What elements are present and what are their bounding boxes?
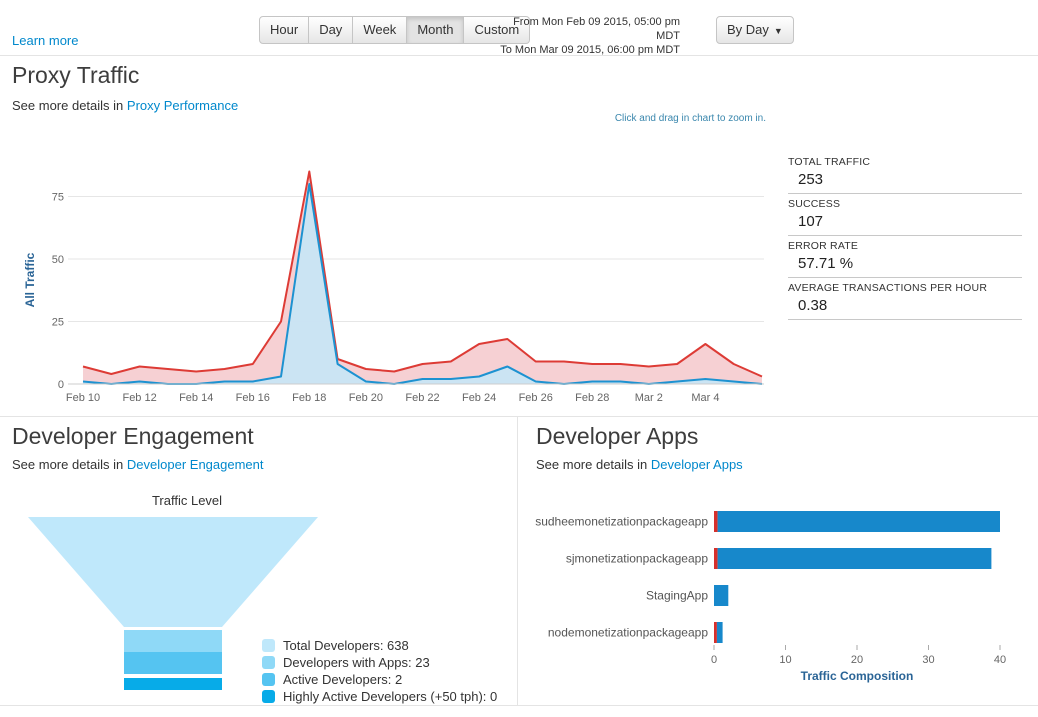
range-button-hour[interactable]: Hour <box>259 16 309 44</box>
stat-label: AVERAGE TRANSACTIONS PER HOUR <box>788 282 1022 294</box>
legend-label: Highly Active Developers (+50 tph): 0 <box>283 689 497 704</box>
stats-panel: TOTAL TRAFFIC 253 SUCCESS 107 ERROR RATE 57.7… <box>788 152 1022 320</box>
date-from: From Mon Feb 09 2015, 05:00 pm MDT <box>494 15 680 43</box>
svg-text:Mar 4: Mar 4 <box>691 392 719 404</box>
developer-apps-link[interactable]: Developer Apps <box>651 457 743 472</box>
svg-text:Feb 16: Feb 16 <box>236 392 270 404</box>
svg-text:Feb 22: Feb 22 <box>405 392 439 404</box>
bottom-panels: Developer Engagement See more details in… <box>0 417 1038 706</box>
developer-apps-section: Developer Apps See more details in Devel… <box>518 417 1038 706</box>
svg-text:sudheemonetizationpackageapp: sudheemonetizationpackageapp <box>535 515 708 529</box>
svg-text:75: 75 <box>52 192 64 204</box>
zoom-hint: Click and drag in chart to zoom in. <box>615 113 766 124</box>
svg-text:0: 0 <box>711 654 717 666</box>
legend-swatch <box>262 673 275 686</box>
developer-apps-subtitle: See more details in Developer Apps <box>536 457 743 472</box>
developer-apps-title: Developer Apps <box>536 423 698 450</box>
legend-swatch <box>262 690 275 703</box>
svg-text:Feb 20: Feb 20 <box>349 392 383 404</box>
stat-row: AVERAGE TRANSACTIONS PER HOUR 0.38 <box>788 278 1022 320</box>
stat-label: TOTAL TRAFFIC <box>788 156 1022 168</box>
svg-text:50: 50 <box>52 254 64 266</box>
legend-item: Active Developers: 2 <box>262 672 497 687</box>
svg-text:StagingApp: StagingApp <box>646 589 708 603</box>
svg-text:nodemonetizationpackageapp: nodemonetizationpackageapp <box>548 626 708 640</box>
details-prefix: See more details in <box>12 457 123 472</box>
funnel-legend: Total Developers: 638 Developers with App… <box>262 638 497 706</box>
svg-text:25: 25 <box>52 317 64 329</box>
proxy-performance-link[interactable]: Proxy Performance <box>127 98 238 113</box>
svg-text:Feb 12: Feb 12 <box>122 392 156 404</box>
stat-value: 107 <box>788 213 1022 230</box>
legend-label: Active Developers: 2 <box>283 672 402 687</box>
legend-label: Total Developers: 638 <box>283 638 409 653</box>
learn-more-link[interactable]: Learn more <box>12 33 78 48</box>
svg-text:All Traffic: All Traffic <box>23 252 37 307</box>
legend-item: Highly Active Developers (+50 tph): 0 <box>262 689 497 704</box>
developer-engagement-link[interactable]: Developer Engagement <box>127 457 264 472</box>
range-button-group: HourDayWeekMonthCustom <box>259 16 530 44</box>
svg-text:Feb 24: Feb 24 <box>462 392 496 404</box>
svg-text:10: 10 <box>779 654 791 666</box>
developer-engagement-section: Developer Engagement See more details in… <box>0 417 518 706</box>
svg-text:sjmonetizationpackageapp: sjmonetizationpackageapp <box>566 552 708 566</box>
svg-text:30: 30 <box>922 654 934 666</box>
stat-value: 0.38 <box>788 297 1022 314</box>
stat-row: ERROR RATE 57.71 % <box>788 236 1022 278</box>
topbar: Learn more HourDayWeekMonthCustom From M… <box>0 0 1038 56</box>
funnel-title: Traffic Level <box>22 493 352 508</box>
developer-apps-chart: 0 10 20 30 40 sudheemonetizationpackageapp sjm… <box>530 495 1026 690</box>
date-to: To Mon Mar 09 2015, 06:00 pm MDT <box>494 43 680 57</box>
svg-text:Feb 14: Feb 14 <box>179 392 213 404</box>
details-prefix: See more details in <box>536 457 647 472</box>
proxy-traffic-subtitle: See more details in Proxy Performance <box>12 98 238 113</box>
stat-value: 57.71 % <box>788 255 1022 272</box>
by-day-label: By Day <box>727 22 769 37</box>
legend-label: Developers with Apps: 23 <box>283 655 430 670</box>
svg-text:Traffic Composition: Traffic Composition <box>801 669 914 683</box>
svg-text:0: 0 <box>58 379 64 391</box>
developer-engagement-subtitle: See more details in Developer Engagement <box>12 457 264 472</box>
legend-item: Total Developers: 638 <box>262 638 497 653</box>
legend-swatch <box>262 656 275 669</box>
svg-text:Feb 28: Feb 28 <box>575 392 609 404</box>
proxy-traffic-section: Proxy Traffic See more details in Proxy … <box>0 56 1038 417</box>
svg-text:Feb 18: Feb 18 <box>292 392 326 404</box>
proxy-traffic-chart[interactable]: 0 25 50 75 Feb 10 Feb 12 Feb 14 Feb 16 Feb 18 Feb… <box>8 140 783 410</box>
date-range: From Mon Feb 09 2015, 05:00 pm MDT To Mo… <box>494 15 680 57</box>
proxy-traffic-title: Proxy Traffic <box>12 62 139 89</box>
range-button-week[interactable]: Week <box>353 16 407 44</box>
details-prefix: See more details in <box>12 98 123 113</box>
stat-label: ERROR RATE <box>788 240 1022 252</box>
range-button-day[interactable]: Day <box>309 16 353 44</box>
svg-text:Feb 26: Feb 26 <box>519 392 553 404</box>
legend-item: Developers with Apps: 23 <box>262 655 497 670</box>
stat-value: 253 <box>788 171 1022 188</box>
developer-engagement-title: Developer Engagement <box>12 423 254 450</box>
svg-text:20: 20 <box>851 654 863 666</box>
svg-text:Mar 2: Mar 2 <box>635 392 663 404</box>
svg-text:40: 40 <box>994 654 1006 666</box>
caret-down-icon: ▼ <box>774 26 783 36</box>
svg-text:Feb 10: Feb 10 <box>66 392 100 404</box>
stat-row: TOTAL TRAFFIC 253 <box>788 152 1022 194</box>
range-button-month[interactable]: Month <box>407 16 464 44</box>
by-day-dropdown[interactable]: By Day ▼ <box>716 16 794 44</box>
stat-label: SUCCESS <box>788 198 1022 210</box>
legend-swatch <box>262 639 275 652</box>
stat-row: SUCCESS 107 <box>788 194 1022 236</box>
